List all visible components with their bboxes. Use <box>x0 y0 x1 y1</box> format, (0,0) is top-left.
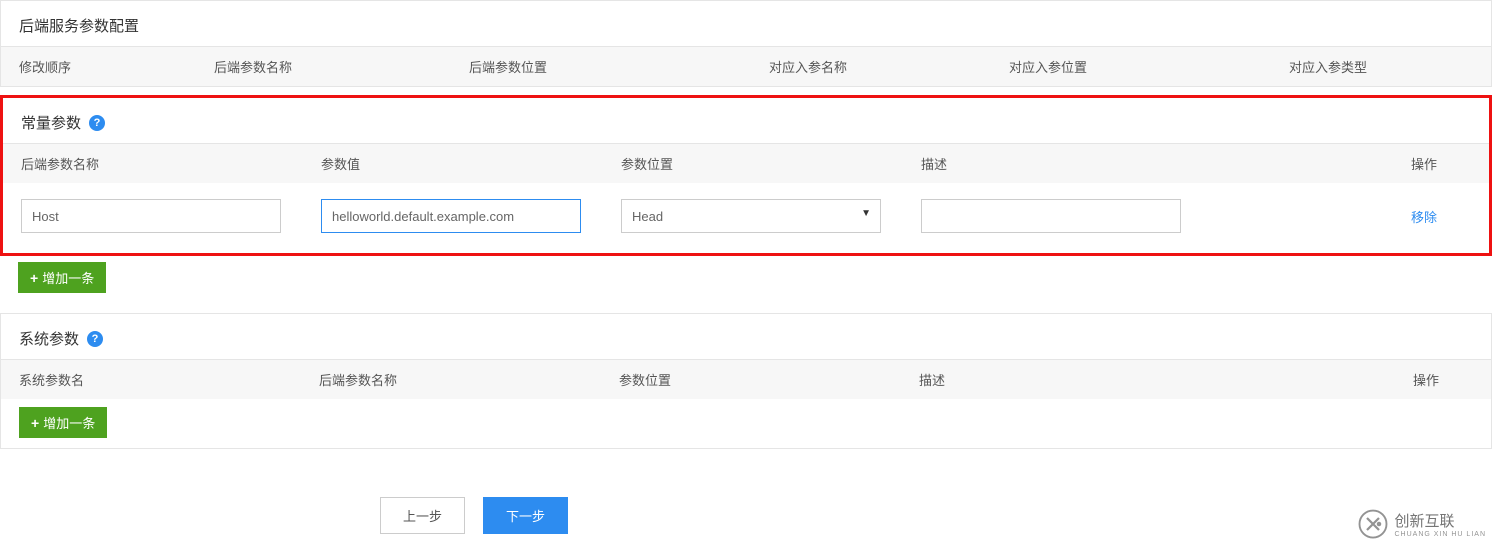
col-sys-desc: 描述 <box>919 370 1413 389</box>
logo-icon <box>1358 509 1388 539</box>
plus-icon: + <box>31 415 39 431</box>
watermark: 创新互联 CHUANG XIN HU LIAN <box>1358 509 1486 539</box>
col-in-name: 对应入参名称 <box>769 57 1009 76</box>
backend-config-title: 后端服务参数配置 <box>1 1 1491 46</box>
help-icon[interactable]: ? <box>89 115 105 131</box>
param-name-input[interactable] <box>21 199 281 233</box>
watermark-text: 创新互联 <box>1394 513 1454 530</box>
add-constant-button[interactable]: + 增加一条 <box>18 262 106 293</box>
constant-header-row: 后端参数名称 参数值 参数位置 描述 操作 <box>3 143 1489 183</box>
col-sys-pos: 参数位置 <box>619 370 919 389</box>
col-order: 修改顺序 <box>19 57 214 76</box>
backend-config-panel: 后端服务参数配置 修改顺序 后端参数名称 后端参数位置 对应入参名称 对应入参位… <box>0 0 1492 87</box>
add-system-button[interactable]: + 增加一条 <box>19 407 107 438</box>
col-const-value: 参数值 <box>321 154 621 173</box>
footer-actions: 上一步 下一步 <box>380 457 1492 554</box>
param-desc-input[interactable] <box>921 199 1181 233</box>
param-value-input[interactable] <box>321 199 581 233</box>
constant-row: Head 移除 <box>3 183 1489 253</box>
backend-config-title-text: 后端服务参数配置 <box>19 15 139 36</box>
system-header-row: 系统参数名 后端参数名称 参数位置 描述 操作 <box>1 359 1491 399</box>
col-in-type: 对应入参类型 <box>1289 57 1473 76</box>
help-icon[interactable]: ? <box>87 331 103 347</box>
system-params-title: 系统参数 ? <box>1 314 1491 359</box>
col-const-desc: 描述 <box>921 154 1411 173</box>
watermark-sub: CHUANG XIN HU LIAN <box>1394 531 1486 538</box>
plus-icon: + <box>30 270 38 286</box>
constant-params-panel: 常量参数 ? 后端参数名称 参数值 参数位置 描述 操作 Head 移除 <box>0 95 1492 256</box>
col-const-op: 操作 <box>1411 154 1471 173</box>
add-constant-label: 增加一条 <box>42 268 94 287</box>
col-backend-pos: 后端参数位置 <box>469 57 769 76</box>
col-backend-name: 后端参数名称 <box>214 57 469 76</box>
constant-params-title-text: 常量参数 <box>21 112 81 133</box>
param-position-select[interactable]: Head <box>621 199 881 233</box>
col-in-pos: 对应入参位置 <box>1009 57 1289 76</box>
col-sys-op: 操作 <box>1413 370 1473 389</box>
col-sys-backend: 后端参数名称 <box>319 370 619 389</box>
system-params-title-text: 系统参数 <box>19 328 79 349</box>
backend-header-row: 修改顺序 后端参数名称 后端参数位置 对应入参名称 对应入参位置 对应入参类型 <box>1 46 1491 86</box>
remove-link[interactable]: 移除 <box>1411 210 1437 225</box>
add-system-label: 增加一条 <box>43 413 95 432</box>
system-params-panel: 系统参数 ? 系统参数名 后端参数名称 参数位置 描述 操作 + 增加一条 <box>0 313 1492 449</box>
col-sys-name: 系统参数名 <box>19 370 319 389</box>
prev-button[interactable]: 上一步 <box>380 497 465 534</box>
col-const-pos: 参数位置 <box>621 154 921 173</box>
next-button[interactable]: 下一步 <box>483 497 568 534</box>
col-const-backend-name: 后端参数名称 <box>21 154 321 173</box>
constant-params-title: 常量参数 ? <box>3 98 1489 143</box>
